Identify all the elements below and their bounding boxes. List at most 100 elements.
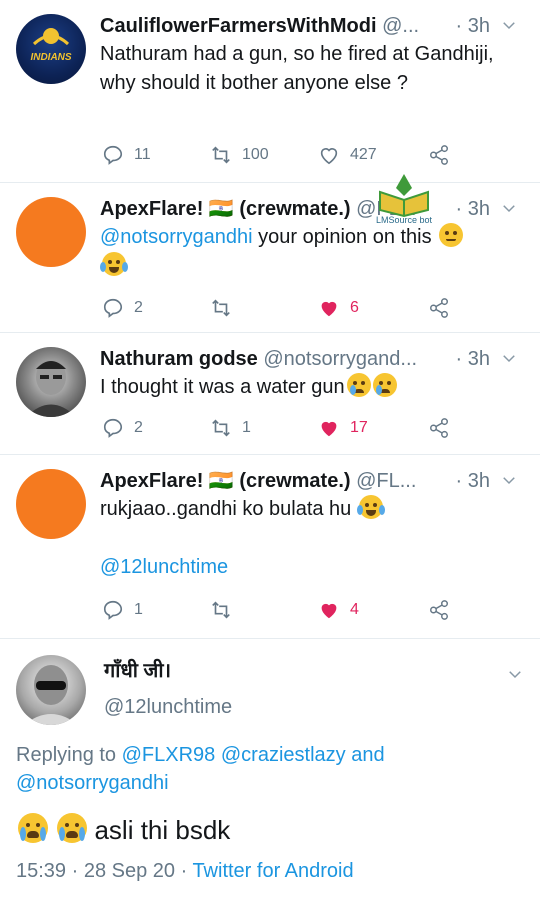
loudly-crying-emoji-icon — [57, 813, 88, 843]
retweet-icon — [212, 419, 230, 437]
tweet-text-body: I thought it was a water gun — [100, 376, 345, 398]
portrait-icon — [24, 665, 78, 725]
user-handle[interactable]: @notsorrygand... — [263, 348, 417, 370]
retweet-button[interactable] — [210, 595, 242, 625]
display-name[interactable]: CauliflowerFarmersWithModi — [100, 15, 377, 37]
chevron-down-icon[interactable] — [500, 16, 518, 34]
user-handle[interactable]: @FL... — [356, 470, 416, 492]
reply-button[interactable]: 2 — [102, 413, 143, 443]
chevron-down-icon[interactable] — [500, 349, 518, 367]
loudly-crying-emoji-icon — [18, 813, 48, 843]
like-count: 427 — [350, 146, 377, 163]
like-button[interactable]: 17 — [318, 413, 368, 443]
mention-link[interactable]: @FLXR98 — [122, 744, 216, 766]
avatar[interactable] — [16, 197, 86, 267]
share-icon — [430, 298, 448, 318]
portrait-icon — [26, 359, 76, 417]
replying-to: Replying to @FLXR98 @craziestlazy and @n… — [16, 741, 516, 797]
watermark-text: LMSource bot — [376, 215, 433, 224]
tweet-2[interactable]: ApexFlare! 🇮🇳 (crewmate.) @FL... · 3h @n… — [0, 183, 540, 331]
retweet-button[interactable] — [210, 293, 242, 323]
heart-outline-icon — [320, 148, 338, 165]
tweet-1[interactable]: INDIANS CauliflowerFarmersWithModi @... … — [0, 0, 540, 180]
share-button[interactable] — [428, 595, 450, 625]
reply-conjunction: and — [351, 744, 385, 766]
like-button[interactable]: 4 — [318, 595, 359, 625]
timestamp[interactable]: · 3h — [451, 467, 490, 495]
crying-face-emoji-icon — [346, 373, 371, 397]
main-tweet: गाँधी जी। @12lunchtime Replying to @FLXR… — [0, 639, 540, 909]
avatar[interactable]: INDIANS — [16, 14, 86, 84]
display-name[interactable]: ApexFlare! 🇮🇳 (crewmate.) — [100, 470, 351, 492]
tweet-header: Nathuram godse @notsorrygand... · 3h — [100, 345, 518, 373]
avatar[interactable] — [16, 655, 86, 725]
tears-of-joy-emoji-icon — [100, 252, 128, 276]
tweet-text: rukjaao..gandhi ko bulata hu — [100, 495, 518, 524]
book-leaf-logo-icon: LMSource bot — [376, 174, 433, 225]
tweet-header: CauliflowerFarmersWithModi @... · 3h — [100, 12, 518, 40]
mumbai-indians-logo-icon: INDIANS — [30, 28, 72, 63]
tweet-actions: 2 6 — [100, 293, 460, 323]
reply-button[interactable]: 11 — [102, 140, 151, 170]
retweet-button[interactable]: 1 — [210, 413, 251, 443]
like-count: 6 — [350, 299, 359, 316]
tweet-3[interactable]: Nathuram godse @notsorrygand... · 3h I t… — [0, 333, 540, 453]
tweet-header: ApexFlare! 🇮🇳 (crewmate.) @FL... · 3h — [100, 195, 518, 223]
reply-icon — [103, 418, 123, 438]
share-button[interactable] — [428, 293, 450, 323]
user-handle[interactable]: @12lunchtime — [104, 693, 232, 721]
tweet-header: ApexFlare! 🇮🇳 (crewmate.) @FL... · 3h — [100, 467, 518, 495]
display-name[interactable]: गाँधी जी। — [104, 657, 171, 685]
timestamp[interactable]: · 3h — [451, 12, 490, 40]
like-button[interactable]: 427 — [318, 140, 377, 170]
display-name[interactable]: Nathuram godse — [100, 348, 258, 370]
reply-icon — [103, 298, 123, 318]
heart-filled-icon — [321, 421, 337, 437]
reply-count: 11 — [134, 146, 151, 163]
like-count: 17 — [350, 419, 368, 436]
timestamp[interactable]: · 3h — [451, 195, 490, 223]
thinking-face-emoji-icon — [439, 223, 464, 247]
share-icon — [430, 145, 448, 165]
reply-count: 2 — [134, 419, 143, 436]
chevron-down-icon[interactable] — [500, 199, 518, 217]
like-button[interactable]: 6 — [318, 293, 359, 323]
retweet-icon — [212, 146, 230, 164]
replying-to-label: Replying to — [16, 744, 117, 766]
mention-link[interactable]: @notsorrygandhi — [16, 772, 169, 794]
source-link[interactable]: Twitter for Android — [192, 860, 353, 882]
share-icon — [430, 600, 448, 620]
heart-filled-icon — [321, 603, 337, 619]
tweet-4[interactable]: ApexFlare! 🇮🇳 (crewmate.) @FL... · 3h ru… — [0, 455, 540, 635]
avatar[interactable] — [16, 347, 86, 417]
avatar[interactable] — [16, 469, 86, 539]
tweet-text: I thought it was a water gun — [100, 373, 518, 402]
heart-filled-icon — [321, 301, 337, 317]
mention-link[interactable]: @12lunchtime — [100, 556, 228, 578]
reply-icon — [103, 600, 123, 620]
tweet-text-body: asli thi bsdk — [94, 815, 231, 845]
share-button[interactable] — [428, 413, 450, 443]
timestamp[interactable]: · 3h — [451, 345, 490, 373]
tweet-actions: 2 1 17 — [100, 413, 460, 443]
watermark: LMSource bot — [372, 170, 436, 225]
reply-icon — [103, 145, 123, 165]
tweet-actions: 11 100 427 — [100, 140, 460, 170]
reply-count: 1 — [134, 601, 143, 618]
display-name[interactable]: ApexFlare! 🇮🇳 (crewmate.) — [100, 198, 351, 220]
main-tweet-text: asli thi bsdk — [16, 813, 230, 847]
user-handle[interactable]: @... — [382, 15, 419, 37]
retweet-button[interactable]: 100 — [210, 140, 269, 170]
tweet-text-body: your opinion on this — [258, 226, 432, 248]
chevron-down-icon[interactable] — [506, 665, 524, 683]
like-count: 4 — [350, 601, 359, 618]
mention-link[interactable]: @notsorrygandhi — [100, 226, 253, 248]
tweet-meta: 15:39 · 28 Sep 20 · Twitter for Android — [16, 857, 354, 885]
tweet-text: @notsorrygandhi your opinion on this — [100, 223, 518, 281]
chevron-down-icon[interactable] — [500, 471, 518, 489]
share-button[interactable] — [428, 140, 450, 170]
tweet-text: Nathuram had a gun, so he fired at Gandh… — [100, 43, 494, 94]
reply-button[interactable]: 1 — [102, 595, 143, 625]
mention-link[interactable]: @craziestlazy — [221, 744, 346, 766]
reply-button[interactable]: 2 — [102, 293, 143, 323]
